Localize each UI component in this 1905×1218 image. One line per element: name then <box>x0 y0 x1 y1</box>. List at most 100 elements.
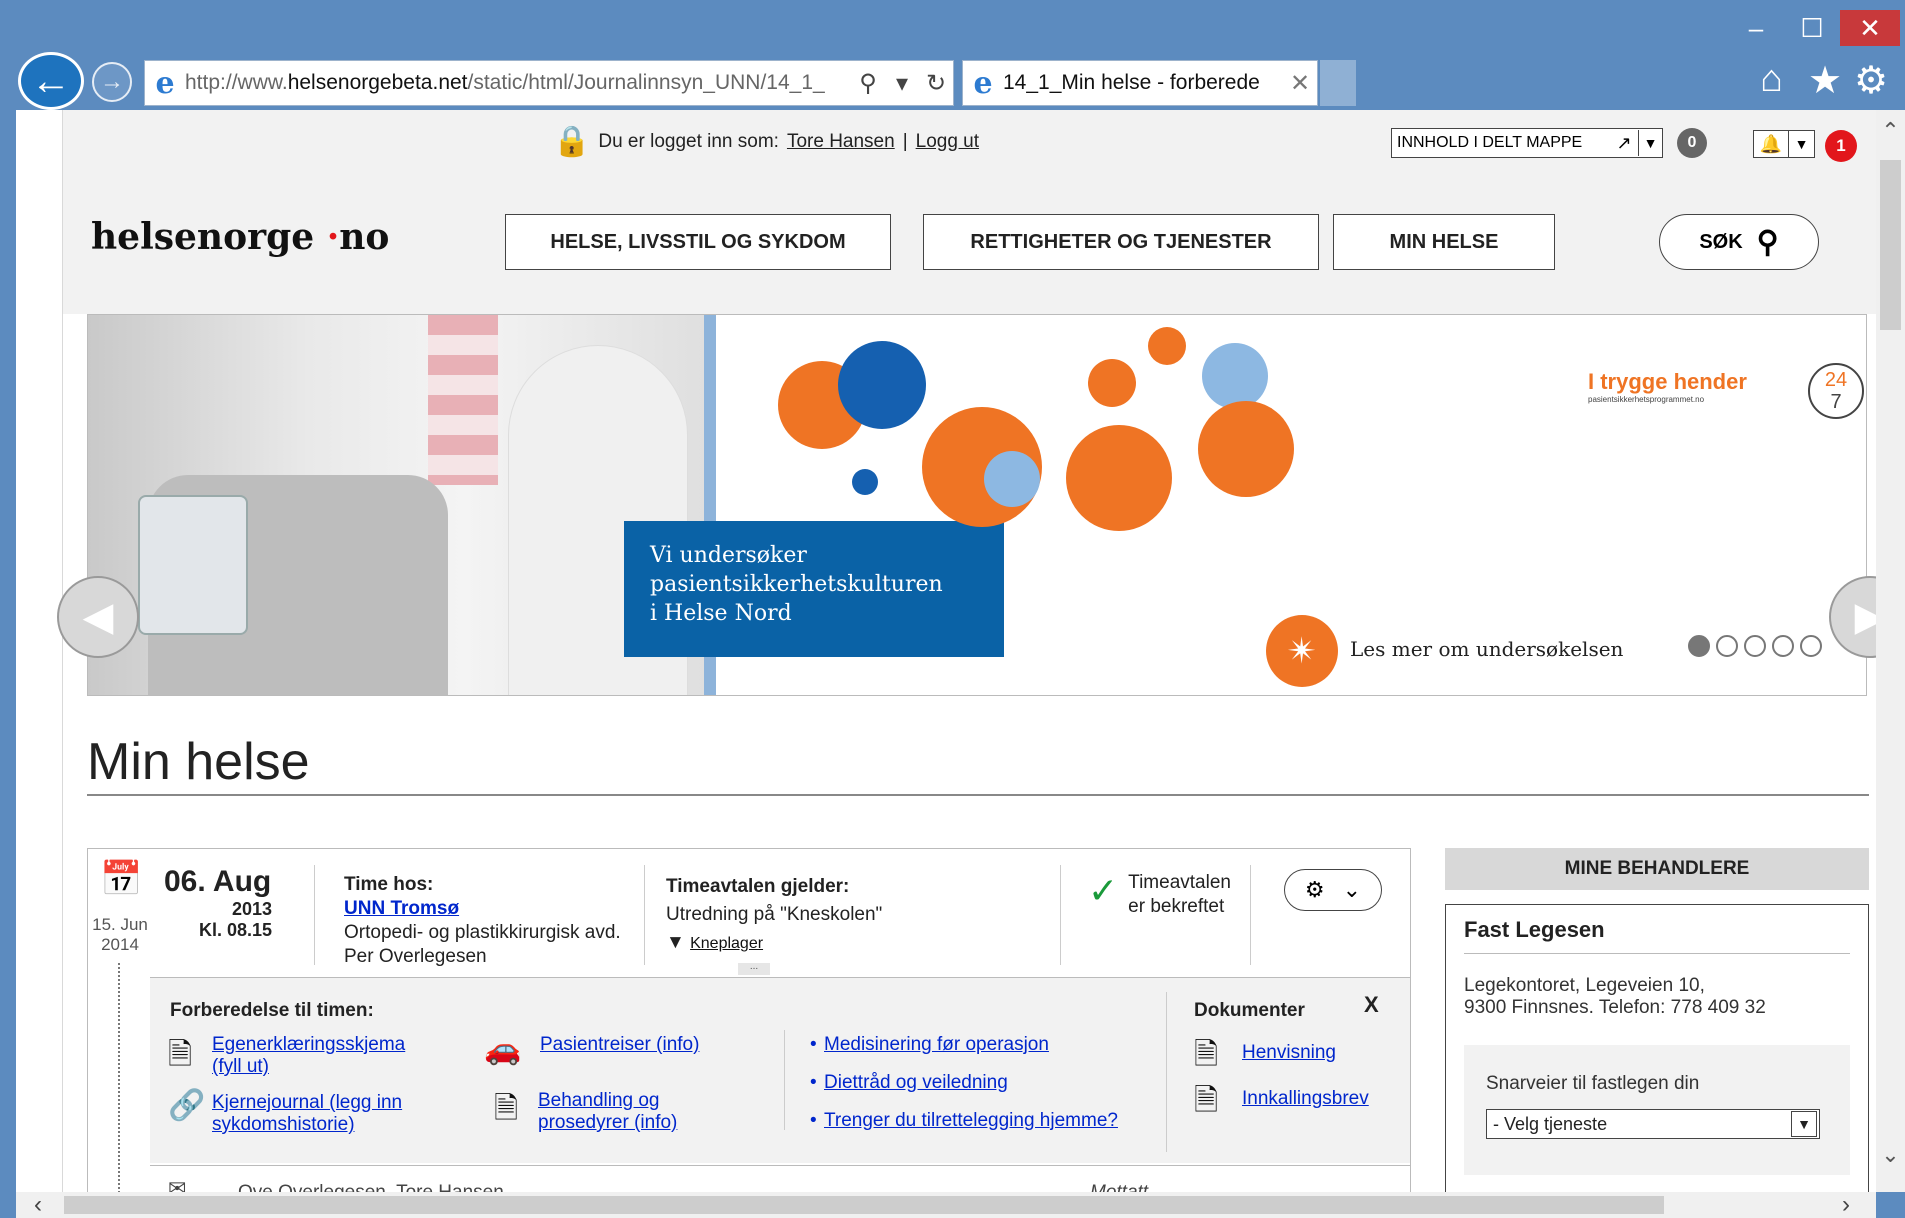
search-icon[interactable]: ⚲ <box>851 69 885 98</box>
horizontal-scrollbar[interactable]: ‹ › <box>16 1192 1876 1218</box>
new-tab-button[interactable] <box>1320 60 1356 106</box>
carousel-dot[interactable] <box>1772 635 1794 657</box>
patient-travel-link[interactable]: Pasientreiser (info) <box>540 1034 699 1056</box>
vertical-scrollbar[interactable]: ⌃ ⌄ <box>1876 110 1905 1192</box>
favorites-star-icon[interactable]: ★ <box>1808 58 1842 103</box>
illustration-circle <box>1148 327 1186 365</box>
scroll-thumb[interactable] <box>1880 160 1901 330</box>
appointment-settings-button[interactable]: ⚙ ⌄ <box>1284 869 1382 911</box>
forward-button[interactable]: → <box>92 62 132 102</box>
calendar-icon: 📅 <box>100 860 143 898</box>
refresh-icon[interactable]: ↻ <box>919 69 953 98</box>
scroll-up-icon[interactable]: ⌃ <box>1876 118 1905 144</box>
address-line: Legekontoret, Legeveien 10, <box>1464 975 1705 996</box>
back-button[interactable]: ← <box>18 52 84 110</box>
close-tab-icon[interactable]: ✕ <box>1283 69 1317 98</box>
headline-line: pasientsikkerhetskulturen <box>650 572 943 597</box>
url-domain: helsenorgebeta.net <box>287 71 468 94</box>
applies-text: Utredning på "Kneskolen" <box>666 904 883 925</box>
minimize-button[interactable]: – <box>1728 10 1784 46</box>
calendar-column: 📅 15. Jun 2014 <box>88 849 150 1192</box>
car-icon: 🚗 <box>484 1033 522 1066</box>
site-header: 🔒 Du er logget inn som: Tore Hansen | Lo… <box>63 110 1876 314</box>
appointment-date: 06. Aug 2013 Kl. 08.15 <box>164 865 272 941</box>
shared-folder-dropdown[interactable]: INNHOLD I DELT MAPPE ↗ ▼ <box>1391 128 1663 158</box>
treatment-link[interactable]: Behandling og prosedyrer (info) <box>538 1090 677 1134</box>
self-declaration-link[interactable]: Egenerklæringsskjema (fyll ut) <box>212 1034 405 1078</box>
location-link[interactable]: UNN Tromsø <box>344 898 459 919</box>
read-more-link[interactable]: Les mer om undersøkelsen <box>1350 637 1623 661</box>
lock-icon: 🔒 <box>553 125 591 158</box>
scroll-left-icon[interactable]: ‹ <box>34 1192 42 1218</box>
message-row[interactable]: ✉ Ove Overlegesen, Tore Hansen Mottatt <box>150 1165 1410 1192</box>
page-viewport: 🔒 Du er logget inn som: Tore Hansen | Lo… <box>16 110 1876 1192</box>
nav-rettigheter[interactable]: RETTIGHETER OG TJENESTER <box>923 214 1319 270</box>
bullet: • <box>810 1072 817 1093</box>
applies-label: Timeavtalen gjelder: <box>666 876 850 897</box>
left-gutter <box>16 110 62 1192</box>
close-window-button[interactable]: ✕ <box>1840 10 1900 46</box>
notifications-dropdown[interactable]: 🔔 ▼ <box>1753 130 1815 158</box>
diet-link[interactable]: Diettråd og veiledning <box>824 1072 1008 1094</box>
search-button[interactable]: SØK ⚲ <box>1659 214 1819 270</box>
referral-doc-link[interactable]: Henvisning <box>1242 1042 1336 1064</box>
nav-helse-livsstil[interactable]: HELSE, LIVSSTIL OG SYKDOM <box>505 214 891 270</box>
message-status: Mottatt <box>1090 1182 1148 1192</box>
medication-link[interactable]: Medisinering før operasjon <box>824 1034 1049 1056</box>
ie-logo-icon: e <box>973 65 993 101</box>
home-adaptation-link[interactable]: Trenger du tilrettelegging hjemme? <box>824 1110 1118 1132</box>
service-select[interactable]: - Velg tjeneste ▼ <box>1486 1109 1820 1139</box>
carousel-dot[interactable] <box>1688 635 1710 657</box>
divider <box>1060 865 1061 965</box>
bullet: • <box>810 1034 817 1055</box>
document-icon: 🗎 <box>494 1092 519 1125</box>
logout-link[interactable]: Logg ut <box>916 131 979 153</box>
carousel-prev-button[interactable]: ◀ <box>57 576 139 658</box>
maximize-button[interactable]: ☐ <box>1784 10 1840 46</box>
hero-banner[interactable]: Vi undersøker pasientsikkerhetskulturen … <box>87 314 1867 696</box>
gear-icon[interactable]: ⚙ <box>1854 58 1888 103</box>
appointment-card: 📅 15. Jun 2014 06. Aug 2013 Kl. 08.15 Tim… <box>87 848 1411 1192</box>
url-path: /static/html/Journalinnsyn_UNN/14_1_ <box>467 71 825 94</box>
carousel-dot[interactable] <box>1744 635 1766 657</box>
prev-date-year: 2014 <box>101 935 139 954</box>
user-name-link[interactable]: Tore Hansen <box>787 131 895 153</box>
scroll-thumb[interactable] <box>64 1196 1664 1214</box>
brand-name: I trygge hender <box>1588 369 1747 394</box>
select-value: - Velg tjeneste <box>1493 1113 1608 1134</box>
url-text[interactable]: http://www.helsenorgebeta.net/static/htm… <box>185 71 851 95</box>
illustration-circle <box>852 469 878 495</box>
tag-link[interactable]: Kneplager <box>690 935 763 952</box>
nav-min-helse[interactable]: MIN HELSE <box>1333 214 1555 270</box>
doctor: Per Overlegesen <box>344 946 487 967</box>
url-prefix: http://www. <box>185 71 288 94</box>
home-icon[interactable]: ⌂ <box>1760 58 1783 101</box>
site-logo[interactable]: helsenorge ·no <box>91 216 389 258</box>
address-bar[interactable]: e http://www.helsenorgebeta.net/static/h… <box>144 60 954 106</box>
triangle-right-icon: ▶ <box>1854 595 1876 639</box>
invitation-doc-link[interactable]: Innkallingsbrev <box>1242 1088 1369 1110</box>
core-journal-link[interactable]: Kjernejournal (legg inn sykdomshistorie) <box>212 1092 402 1136</box>
appointment-subject: Timeavtalen gjelder: Utredning på "Knesk… <box>666 873 882 958</box>
link-line: sykdomshistorie) <box>212 1114 355 1135</box>
chevron-down-icon[interactable]: ▼ <box>1638 130 1662 156</box>
arrow-left-icon: ← <box>31 58 71 103</box>
checkmark-icon: ✓ <box>1088 870 1119 911</box>
close-prep-button[interactable]: X <box>1364 992 1379 1018</box>
previous-date[interactable]: 15. Jun 2014 <box>90 915 150 955</box>
chevron-down-icon[interactable]: ▼ <box>1788 131 1814 157</box>
shortcuts-panel: Snarveier til fastlegen din - Velg tjene… <box>1464 1045 1850 1175</box>
carousel-dot[interactable] <box>1716 635 1738 657</box>
headline-line: Vi undersøker <box>650 543 807 568</box>
link-line: Egenerklæringsskjema <box>212 1034 406 1055</box>
carousel-dot[interactable] <box>1800 635 1822 657</box>
time-hos-label: Time hos: <box>344 874 434 895</box>
browser-tab[interactable]: e 14_1_Min helse - forberede ✕ <box>962 60 1318 106</box>
link-line: prosedyrer (info) <box>538 1112 678 1133</box>
triangle-left-icon: ◀ <box>82 595 114 639</box>
page-title: Min helse <box>87 733 310 791</box>
dropdown-icon[interactable]: ▾ <box>885 69 919 98</box>
scroll-right-icon[interactable]: › <box>1842 1192 1850 1218</box>
scroll-down-icon[interactable]: ⌄ <box>1876 1142 1905 1168</box>
more-toggle[interactable]: ... <box>738 962 770 975</box>
